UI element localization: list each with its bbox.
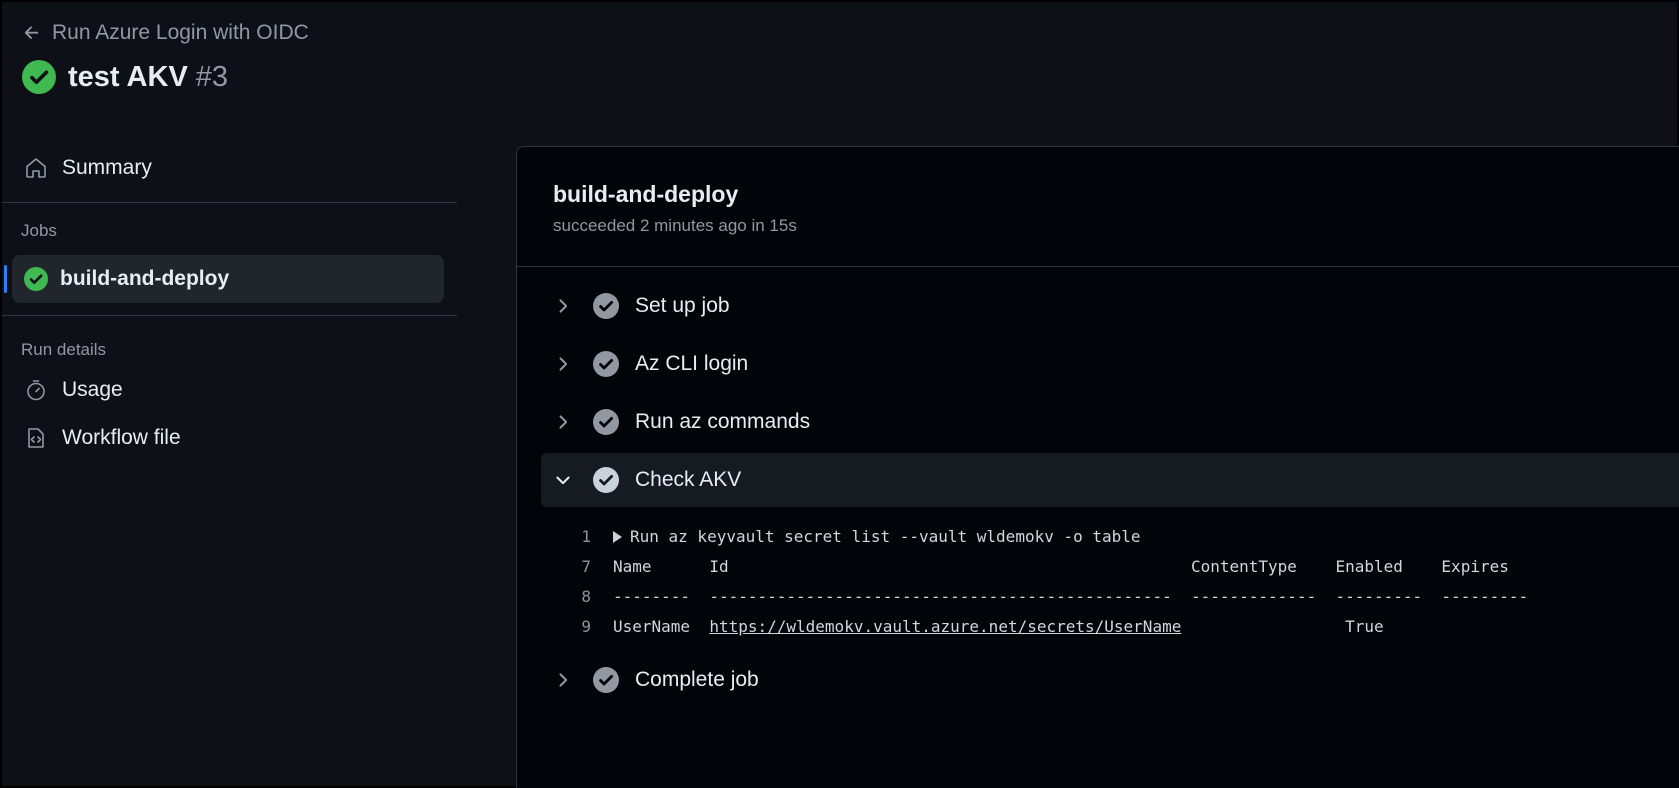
step-label: Az CLI login — [635, 352, 749, 375]
step-row[interactable]: Az CLI login — [541, 335, 1679, 393]
run-number: #3 — [195, 60, 229, 93]
step-label: Complete job — [635, 668, 759, 691]
step-log: 1 Run az keyvault secret list --vault wl… — [541, 507, 1679, 651]
sidebar-item-summary[interactable]: Summary — [2, 144, 457, 192]
sidebar-item-workflow-file[interactable]: Workflow file — [2, 414, 457, 462]
step-check-icon — [593, 293, 619, 319]
log-cell-enabled: True — [1181, 616, 1384, 636]
job-title: build-and-deploy — [553, 181, 739, 207]
log-text: -------- -------------------------------… — [613, 586, 1529, 606]
chevron-right-icon — [559, 299, 568, 313]
log-text: UserName https://wldemokv.vault.azure.ne… — [613, 617, 1384, 636]
stopwatch-icon — [27, 380, 45, 401]
secret-url-link[interactable]: https://wldemokv.vault.azure.net/secrets… — [709, 617, 1181, 636]
sidebar-item-build-and-deploy[interactable]: build-and-deploy — [4, 255, 444, 303]
step-check-icon — [593, 467, 619, 493]
step-check-icon — [593, 351, 619, 377]
step-row[interactable]: Set up job — [541, 277, 1679, 335]
log-text: Run az keyvault secret list --vault wlde… — [630, 526, 1141, 546]
sidebar-item-label: build-and-deploy — [60, 267, 230, 290]
chevron-right-icon — [559, 415, 568, 429]
line-number[interactable]: 1 — [541, 527, 613, 546]
log-line[interactable]: 1 Run az keyvault secret list --vault wl… — [541, 521, 1679, 551]
line-number[interactable]: 9 — [541, 617, 613, 636]
step-check-icon — [593, 667, 619, 693]
line-number[interactable]: 8 — [541, 587, 613, 606]
step-row-expanded[interactable]: Check AKV — [541, 453, 1679, 507]
log-line: 9 UserName https://wldemokv.vault.azure.… — [541, 611, 1679, 641]
arrow-left-icon — [24, 26, 39, 39]
line-number[interactable]: 7 — [541, 557, 613, 576]
step-label: Set up job — [635, 294, 730, 317]
step-list: Set up job Az CLI login Run az commands … — [517, 267, 1679, 709]
page-title: test AKV — [68, 60, 188, 93]
log-cell-name: UserName — [613, 616, 710, 636]
triangle-right-icon — [613, 531, 622, 543]
sidebar-item-label: Workflow file — [62, 426, 181, 449]
back-link[interactable]: Run Azure Login with OIDC — [22, 18, 309, 48]
success-check-icon — [22, 60, 56, 94]
log-line: 7 Name Id ContentType Enabled Expires — [541, 551, 1679, 581]
step-label: Check AKV — [635, 468, 742, 491]
home-icon — [26, 158, 46, 178]
title-row: test AKV #3 — [22, 60, 309, 94]
back-link-label[interactable]: Run Azure Login with OIDC — [52, 21, 309, 45]
job-header: build-and-deploy succeeded 2 minutes ago… — [517, 147, 1679, 267]
sidebar-item-usage[interactable]: Usage — [2, 366, 457, 414]
run-header: Run Azure Login with OIDC test AKV #3 — [22, 18, 309, 94]
job-log-panel: build-and-deploy succeeded 2 minutes ago… — [516, 146, 1679, 788]
log-line: 8 -------- -----------------------------… — [541, 581, 1679, 611]
sidebar-item-label: Summary — [62, 156, 152, 179]
step-row[interactable]: Complete job — [541, 651, 1679, 709]
chevron-right-icon — [559, 673, 568, 687]
log-group-toggle[interactable]: Run az keyvault secret list --vault wlde… — [613, 527, 1141, 546]
run-details-heading: Run details — [21, 340, 107, 359]
success-check-icon — [24, 267, 48, 291]
chevron-right-icon — [559, 357, 568, 371]
jobs-heading: Jobs — [21, 221, 57, 240]
log-text: Name Id ContentType Enabled Expires — [613, 556, 1509, 576]
step-row[interactable]: Run az commands — [541, 393, 1679, 451]
file-code-icon — [28, 428, 44, 448]
step-label: Run az commands — [635, 410, 811, 433]
chevron-down-icon — [556, 476, 570, 485]
sidebar-item-label: Usage — [62, 378, 123, 401]
job-meta: succeeded 2 minutes ago in 15s — [553, 216, 797, 235]
step-check-icon — [593, 409, 619, 435]
sidebar: Summary Jobs build-and-deploy Run detail… — [2, 144, 457, 462]
